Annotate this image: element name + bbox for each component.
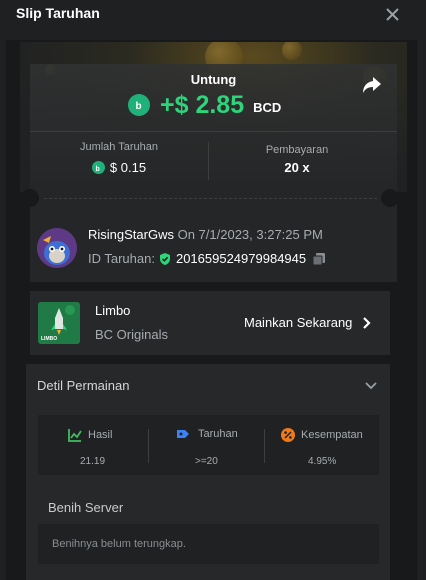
avatar[interactable] xyxy=(37,228,77,268)
play-now-label: Mainkan Sekarang xyxy=(244,315,353,330)
divider xyxy=(208,142,209,180)
game-thumbnail[interactable]: LIMBO xyxy=(38,302,80,344)
stat-result-value: 21.19 xyxy=(80,456,106,467)
bet-amount-label: Jumlah Taruhan xyxy=(79,141,159,153)
payout-value: 20 x xyxy=(284,160,310,175)
ticket-notch xyxy=(21,189,39,207)
profit-card: Untung b +$ 2.85 BCD Jumlah Taruhan b $ … xyxy=(30,64,397,192)
stat-chance-value: 4.95% xyxy=(308,456,337,467)
game-stats: Hasil 21.19 Taruhan >=20 Kesempatan 4.95… xyxy=(38,415,379,475)
share-button[interactable] xyxy=(362,76,384,96)
header: Slip Taruhan xyxy=(0,0,426,40)
copy-icon[interactable] xyxy=(312,252,326,266)
bcd-coin-icon: b xyxy=(91,161,105,174)
bet-date: On 7/1/2023, 3:27:25 PM xyxy=(177,227,323,242)
verified-shield-icon xyxy=(159,252,170,265)
ticket-notch xyxy=(381,189,399,207)
svg-text:b: b xyxy=(96,166,100,172)
percent-icon xyxy=(281,428,295,442)
bet-amount: b $ 0.15 xyxy=(44,160,194,175)
svg-text:b: b xyxy=(136,101,142,111)
chevron-right-icon xyxy=(363,316,371,329)
server-seed-input[interactable] xyxy=(38,524,379,564)
chart-up-icon xyxy=(68,429,82,442)
dashed-divider xyxy=(44,198,377,199)
profit-currency: BCD xyxy=(253,99,282,115)
tag-icon xyxy=(177,430,189,438)
bet-id-label: ID Taruhan: xyxy=(88,251,155,266)
bet-id-value: 201659524979984945 xyxy=(175,251,307,266)
page-title: Slip Taruhan xyxy=(16,5,100,21)
payout-label: Pembayaran xyxy=(265,144,329,156)
scrollbar[interactable] xyxy=(419,40,423,580)
profit-label: Untung xyxy=(190,72,237,87)
game-provider: BC Originals xyxy=(95,327,168,342)
profit-row: b +$ 2.85 BCD xyxy=(128,90,281,120)
game-thumb-label: LIMBO xyxy=(41,336,57,342)
game-name: Limbo xyxy=(95,303,131,318)
profit-value: +$ 2.85 xyxy=(160,90,245,119)
close-icon xyxy=(385,7,399,21)
game-details-title[interactable]: Detil Permainan xyxy=(37,378,130,393)
stat-chance: Kesempatan 4.95% xyxy=(265,415,379,475)
server-seed-label: Benih Server xyxy=(48,500,124,515)
bcd-coin-icon: b xyxy=(128,94,150,116)
chevron-down-icon[interactable] xyxy=(364,381,378,391)
bet-id-line: ID Taruhan: 201659524979984945 xyxy=(88,251,326,266)
stat-chance-label: Kesempatan xyxy=(301,429,363,441)
stat-result: Hasil 21.19 xyxy=(38,415,148,475)
stat-result-label: Hasil xyxy=(88,429,113,441)
play-now-link[interactable]: Mainkan Sekarang xyxy=(244,315,374,330)
stat-bet-value: >=20 xyxy=(195,456,218,467)
game-details-section: Detil Permainan Hasil 21.19 Taruhan >=20… xyxy=(26,364,390,580)
share-icon xyxy=(363,77,381,93)
bet-amount-value: $ 0.15 xyxy=(109,160,147,175)
user-line: RisingStarGws On 7/1/2023, 3:27:25 PM xyxy=(88,227,323,242)
close-button[interactable] xyxy=(380,3,404,25)
stat-bet-label: Taruhan xyxy=(198,428,238,440)
game-card: LIMBO Limbo BC Originals Mainkan Sekaran… xyxy=(30,291,390,355)
decorative-coin xyxy=(282,42,302,60)
divider xyxy=(30,131,397,132)
stat-bet: Taruhan >=20 xyxy=(149,415,264,475)
username[interactable]: RisingStarGws xyxy=(88,227,174,242)
